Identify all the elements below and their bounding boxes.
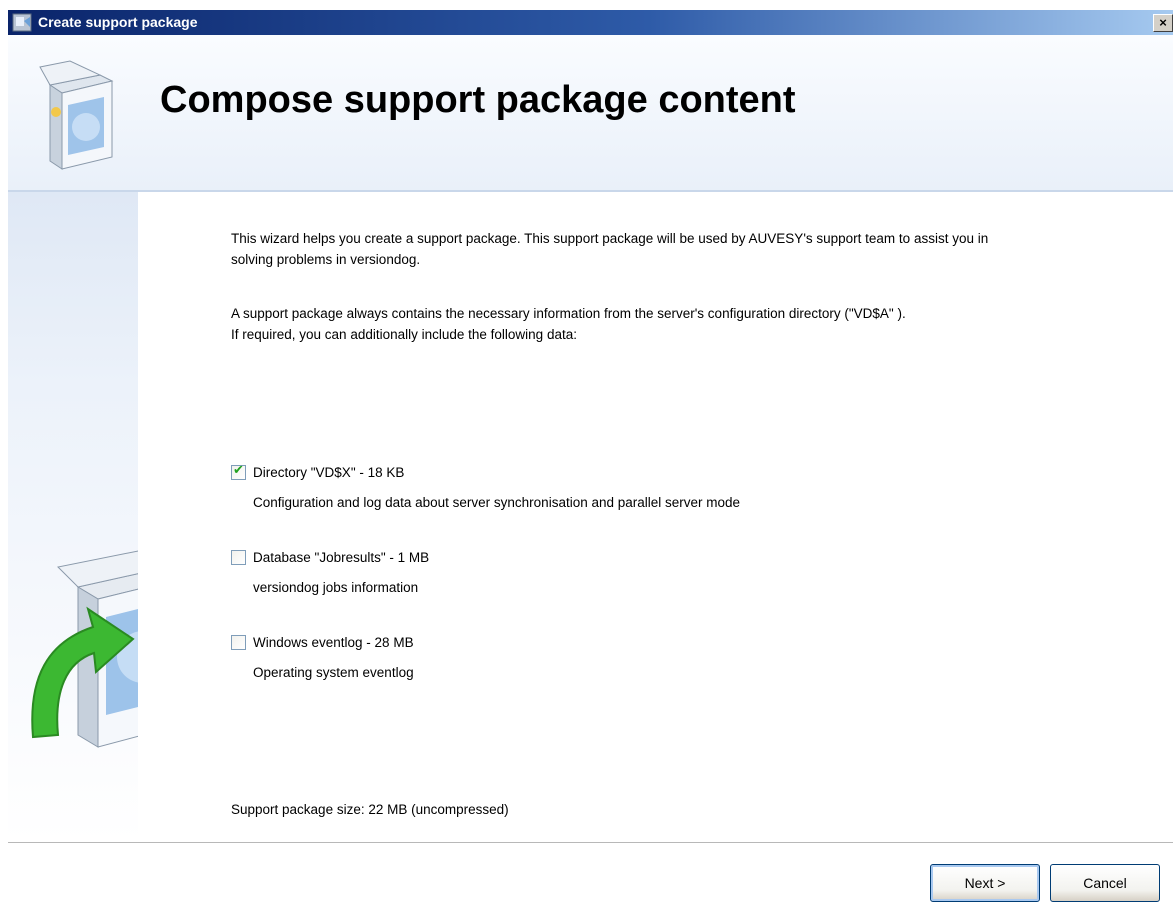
option-description: Configuration and log data about server …: [253, 495, 741, 510]
next-button[interactable]: Next >: [930, 864, 1040, 902]
wizard-header: Compose support package content: [8, 35, 1173, 192]
info-text-line-1: A support package always contains the ne…: [231, 306, 906, 321]
option-description: Operating system eventlog: [253, 665, 414, 680]
option-description: versiondog jobs information: [253, 580, 419, 595]
wizard-sidebar: [8, 192, 197, 842]
database-checkbox[interactable]: [231, 550, 246, 565]
intro-text-line-1: This wizard helps you create a support p…: [231, 231, 989, 246]
option-label[interactable]: Windows eventlog - 28 MB: [253, 633, 414, 653]
window-title: Create support package: [38, 14, 198, 30]
wizard-content: This wizard helps you create a support p…: [138, 192, 1173, 842]
wizard-footer: Next > Cancel: [8, 842, 1173, 907]
eventlog-checkbox[interactable]: [231, 635, 246, 650]
wizard-window: Create support package × Compose support…: [8, 10, 1173, 907]
page-title: Compose support package content: [160, 79, 796, 121]
title-bar[interactable]: Create support package ×: [8, 10, 1173, 35]
close-button[interactable]: ×: [1153, 14, 1173, 32]
package-box-icon: [39, 60, 114, 170]
option-label[interactable]: Directory "VD$X" - 18 KB: [253, 463, 404, 483]
app-icon: [12, 13, 32, 32]
info-text-line-2: If required, you can additionally includ…: [231, 327, 577, 342]
package-size-text: Support package size: 22 MB (uncompresse…: [231, 802, 509, 817]
option-label[interactable]: Database "Jobresults" - 1 MB: [253, 548, 429, 568]
directory-checkbox[interactable]: ✔: [231, 463, 246, 480]
check-icon: ✔: [233, 463, 244, 478]
close-icon: ×: [1159, 15, 1167, 30]
intro-text-line-2: solving problems in versiondog.: [231, 252, 421, 267]
cancel-button[interactable]: Cancel: [1050, 864, 1160, 902]
